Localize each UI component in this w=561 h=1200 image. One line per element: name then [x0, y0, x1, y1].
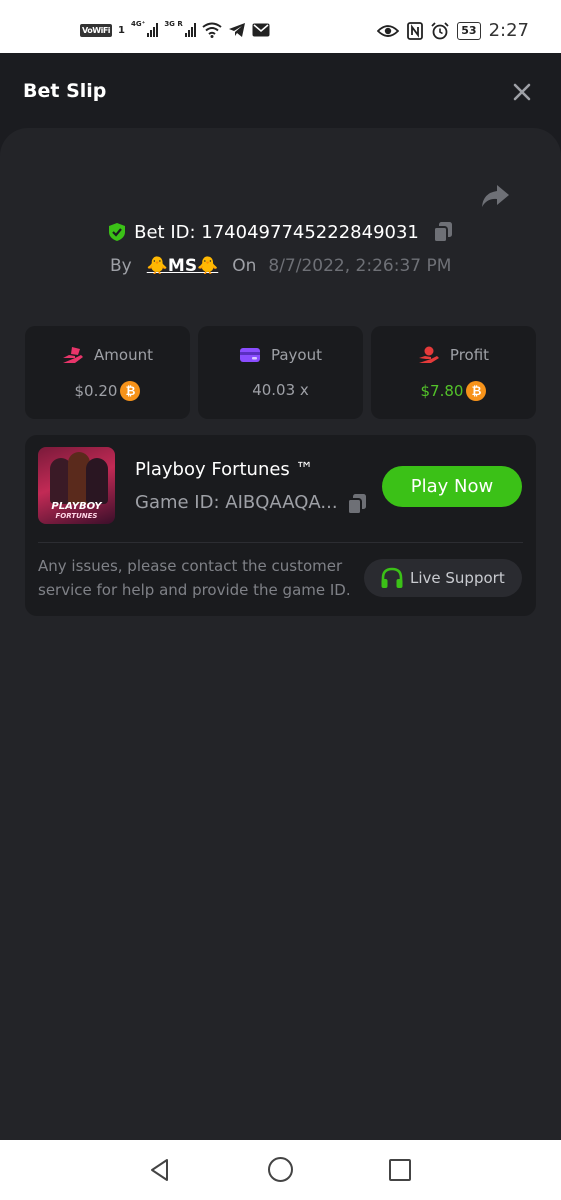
copy-game-id-icon[interactable]	[347, 493, 367, 515]
bet-id-row: Bet ID: 1740497745222849031	[0, 221, 561, 243]
game-id: Game ID: AIBQAAQA...	[135, 492, 338, 513]
signal-icon	[147, 23, 159, 37]
bet-slip-header: Bet Slip	[0, 53, 561, 130]
stat-value: 40.03 x	[252, 381, 309, 399]
hand-coin-icon	[63, 347, 84, 363]
nfc-icon	[407, 21, 424, 40]
live-support-button[interactable]: Live Support	[364, 559, 522, 597]
vowifi-badge: VoWiFi	[80, 23, 113, 37]
by-label: By	[110, 256, 132, 276]
mail-icon	[252, 23, 270, 37]
close-icon[interactable]	[510, 80, 534, 104]
battery-indicator: 53	[457, 21, 481, 40]
eye-icon	[377, 24, 400, 37]
system-nav-bar	[0, 1140, 561, 1200]
wifi-icon	[202, 22, 222, 38]
stat-value: $0.20	[74, 382, 118, 400]
wallet-card-icon	[239, 348, 260, 362]
alarm-icon	[431, 21, 449, 39]
stat-amount: Amount $0.20 ₿	[25, 326, 190, 419]
share-icon[interactable]	[480, 183, 510, 209]
support-notice: Any issues, please contact the customer …	[38, 557, 351, 599]
bet-meta-row: By 🐥MS🐥 On 8/7/2022, 2:26:37 PM	[110, 256, 451, 276]
back-icon[interactable]	[147, 1157, 173, 1183]
game-thumbnail[interactable]: PLAYBOY FORTUNES	[38, 447, 115, 524]
divider	[38, 542, 523, 543]
page-title: Bet Slip	[23, 80, 107, 102]
on-label: On	[232, 256, 257, 276]
thumbnail-title: PLAYBOY	[51, 501, 102, 512]
thumbnail-subtitle: FORTUNES	[55, 512, 98, 520]
bet-detail-panel: Bet ID: 1740497745222849031 By 🐥MS🐥 On 8…	[0, 128, 561, 1140]
status-time: 2:27	[488, 20, 529, 41]
sim-indicator: 1	[118, 24, 125, 36]
stat-label: Payout	[270, 346, 322, 364]
hand-profit-icon	[418, 346, 439, 363]
stat-profit: Profit $7.80 ₿	[371, 326, 536, 419]
network-type-1: 4G⁺	[131, 20, 146, 28]
play-now-button[interactable]: Play Now	[382, 466, 522, 507]
verified-shield-icon	[109, 223, 126, 241]
stat-payout: Payout 40.03 x	[198, 326, 363, 419]
telegram-icon	[228, 23, 245, 37]
stat-value: $7.80	[420, 382, 464, 400]
bet-stats: Amount $0.20 ₿ Payout 40.03 x Profit $7.…	[25, 326, 536, 419]
live-support-label: Live Support	[410, 569, 505, 587]
bettor-name-link[interactable]: 🐥MS🐥	[147, 256, 219, 276]
recent-apps-icon[interactable]	[388, 1158, 412, 1182]
bitcoin-icon: ₿	[120, 381, 141, 401]
bet-date: 8/7/2022, 2:26:37 PM	[268, 256, 452, 276]
home-icon[interactable]	[267, 1156, 294, 1183]
status-left: VoWiFi 1 4G⁺ 3G R	[80, 20, 270, 38]
bitcoin-icon: ₿	[466, 381, 487, 401]
network-type-2: 3G R	[164, 20, 183, 28]
bet-id: Bet ID: 1740497745222849031	[134, 221, 419, 243]
headset-icon	[381, 567, 403, 588]
stat-label: Amount	[94, 346, 153, 364]
game-name: Playboy Fortunes ™	[135, 459, 314, 480]
status-bar: VoWiFi 1 4G⁺ 3G R 53 2:27	[0, 0, 561, 53]
game-card: PLAYBOY FORTUNES Playboy Fortunes ™ Game…	[25, 435, 536, 616]
copy-bet-id-icon[interactable]	[432, 221, 453, 243]
status-right: 53 2:27	[377, 20, 529, 41]
signal-icon-2	[184, 23, 196, 37]
stat-label: Profit	[449, 346, 490, 364]
